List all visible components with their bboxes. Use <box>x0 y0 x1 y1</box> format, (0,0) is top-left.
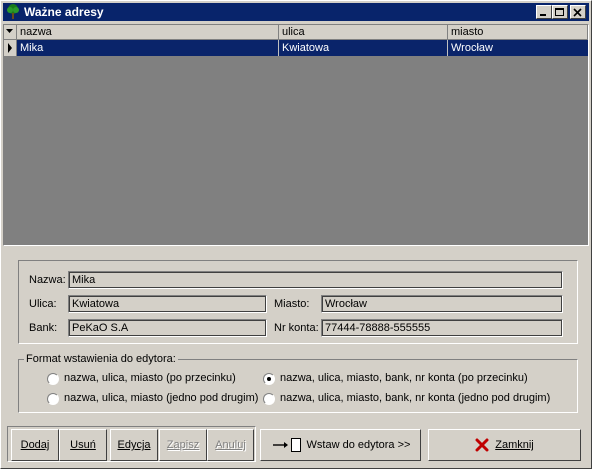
dodaj-button[interactable]: Dodaj <box>11 429 59 461</box>
radio-format-4-label[interactable]: nazwa, ulica, miasto, bank, nr konta (je… <box>280 392 550 404</box>
miasto-field[interactable]: Wrocław <box>321 295 563 313</box>
column-header-nazwa[interactable]: nazwa <box>17 25 279 40</box>
zamknij-button[interactable]: Zamknij <box>428 429 581 461</box>
cell-miasto[interactable]: Wrocław <box>448 40 588 56</box>
minimize-icon <box>540 14 546 16</box>
dodaj-label: Dodaj <box>20 439 50 451</box>
tree-icon <box>7 4 19 19</box>
wstaw-do-edytora-button[interactable]: Wstaw do edytora >> <box>260 429 421 461</box>
zapisz-button[interactable]: Zapisz <box>159 429 207 461</box>
radio-dot <box>267 377 271 381</box>
edycja-button[interactable]: Edycja <box>110 429 158 461</box>
cell-nazwa[interactable]: Mika <box>17 40 279 56</box>
close-x-icon <box>475 438 489 452</box>
nazwa-label: Nazwa: <box>29 274 66 286</box>
bank-field[interactable]: PeKaO S.A <box>68 319 267 337</box>
radio-format-2[interactable] <box>263 373 275 385</box>
current-row-icon <box>8 43 12 53</box>
window: Ważne adresy nazwa ulica miasto Mika Kwi… <box>0 0 592 469</box>
radio-format-2-label[interactable]: nazwa, ulica, miasto, bank, nr konta (po… <box>280 372 528 384</box>
usun-label: Usuń <box>70 439 96 451</box>
title-bar[interactable]: Ważne adresy <box>3 3 589 21</box>
insert-document-icon <box>272 438 301 453</box>
zamknij-label: Zamknij <box>495 439 534 452</box>
format-legend: Format wstawienia do edytora: <box>24 353 178 365</box>
address-grid[interactable]: nazwa ulica miasto Mika Kwiatowa Wrocław <box>3 24 589 246</box>
minimize-button[interactable] <box>536 5 552 19</box>
ulica-field[interactable]: Kwiatowa <box>68 295 267 313</box>
nr-konta-label: Nr konta: <box>274 322 319 334</box>
column-header-miasto[interactable]: miasto <box>448 25 588 40</box>
wstaw-label: Wstaw do edytora >> <box>306 439 411 452</box>
miasto-label: Miasto: <box>274 298 310 310</box>
radio-format-3[interactable] <box>47 393 59 405</box>
nr-konta-field[interactable]: 77444-78888-555555 <box>321 319 563 337</box>
edycja-label: Edycja <box>117 439 151 451</box>
radio-format-1-label[interactable]: nazwa, ulica, miasto (po przecinku) <box>64 372 236 384</box>
maximize-icon <box>555 8 564 16</box>
radio-format-4[interactable] <box>263 393 275 405</box>
window-title: Ważne adresy <box>24 5 104 19</box>
zapisz-label: Zapisz <box>166 439 200 451</box>
radio-format-3-label[interactable]: nazwa, ulica, miasto (jedno pod drugim) <box>64 392 258 404</box>
close-button[interactable] <box>570 5 586 19</box>
nazwa-field[interactable]: Mika <box>68 271 563 289</box>
cell-ulica[interactable]: Kwiatowa <box>279 40 448 56</box>
column-header-ulica[interactable]: ulica <box>279 25 448 40</box>
bank-label: Bank: <box>29 322 58 334</box>
format-groupbox <box>18 359 578 413</box>
anuluj-button[interactable]: Anuluj <box>207 429 254 461</box>
ulica-label: Ulica: <box>29 298 57 310</box>
row-indicator <box>4 40 17 56</box>
radio-format-1[interactable] <box>47 373 59 385</box>
row-indicator-header <box>4 25 17 40</box>
anuluj-label: Anuluj <box>215 439 246 451</box>
maximize-button[interactable] <box>552 5 568 19</box>
sort-down-icon <box>6 29 13 33</box>
usun-button[interactable]: Usuń <box>59 429 107 461</box>
close-icon <box>573 8 582 17</box>
